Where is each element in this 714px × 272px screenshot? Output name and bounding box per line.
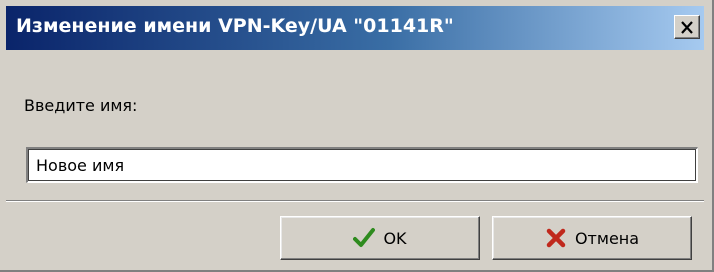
cancel-button[interactable]: Отмена xyxy=(492,216,692,260)
title-bar[interactable]: Изменение имени VPN-Key/UA "01141R" xyxy=(6,6,704,50)
name-prompt-label: Введите имя: xyxy=(24,96,138,115)
close-icon xyxy=(681,20,693,34)
rename-dialog: Изменение имени VPN-Key/UA "01141R" Введ… xyxy=(0,0,714,272)
cross-icon xyxy=(545,227,567,249)
button-panel: OK Отмена xyxy=(6,202,704,264)
ok-button[interactable]: OK xyxy=(280,216,480,260)
close-button[interactable] xyxy=(674,15,700,39)
dialog-title: Изменение имени VPN-Key/UA "01141R" xyxy=(16,15,454,37)
checkmark-icon xyxy=(353,227,376,249)
ok-button-label: OK xyxy=(383,228,407,248)
cancel-button-label: Отмена xyxy=(574,228,640,248)
name-input[interactable] xyxy=(26,147,698,183)
